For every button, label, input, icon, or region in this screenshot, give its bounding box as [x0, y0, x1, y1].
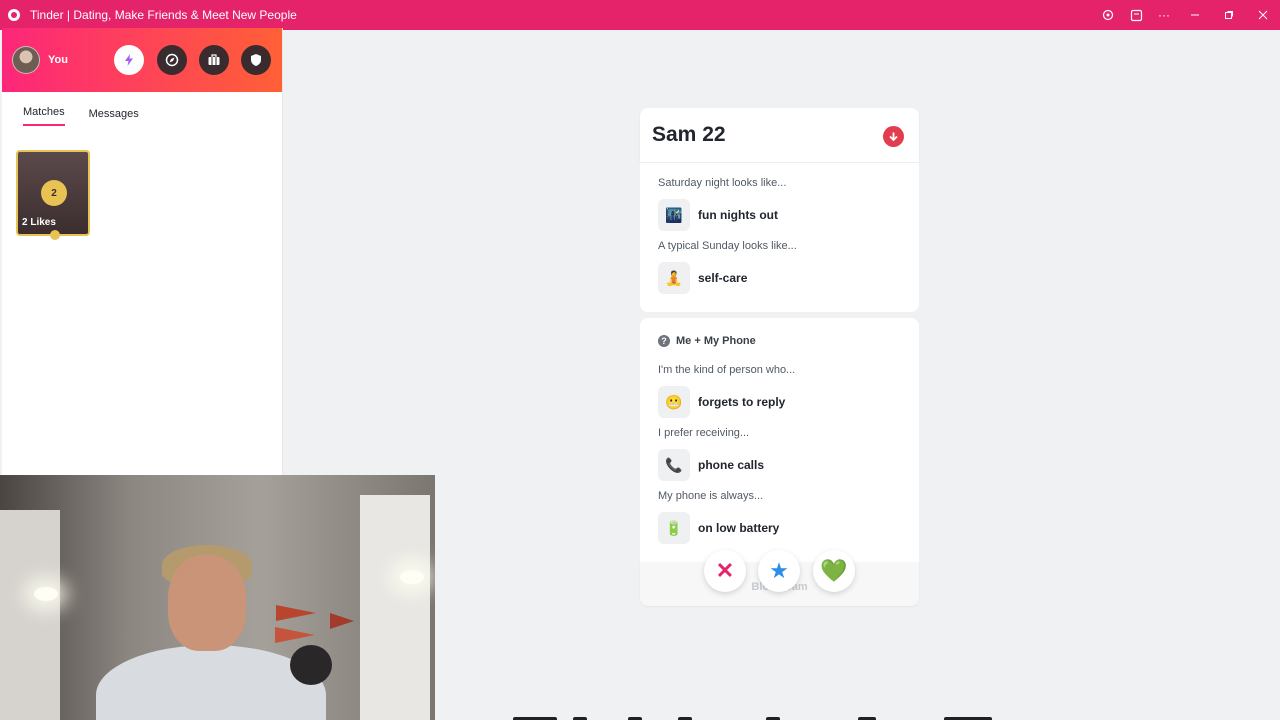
person-face — [168, 555, 246, 651]
profile-name-age: Sam 22 — [652, 123, 726, 146]
like-button[interactable]: 💚 — [813, 550, 855, 592]
super-like-button[interactable]: ★ — [758, 550, 800, 592]
prompt-text: My phone is always... — [658, 490, 764, 502]
answer-row: 🔋 on low battery — [658, 512, 779, 544]
prompt-text: Saturday night looks like... — [658, 177, 787, 189]
location-icon[interactable] — [1094, 0, 1122, 30]
tinder-app-icon — [8, 9, 20, 21]
pennant — [330, 613, 354, 629]
webcam-door — [360, 495, 430, 720]
avatar[interactable] — [12, 46, 40, 74]
window-title: Tinder | Dating, Make Friends & Meet New… — [30, 8, 297, 22]
battery-icon: 🔋 — [658, 512, 690, 544]
shield-icon — [251, 54, 261, 66]
heart-icon: 💚 — [820, 558, 848, 583]
window-titlebar: Tinder | Dating, Make Friends & Meet New… — [0, 0, 1280, 30]
likes-label: 2 Likes — [22, 217, 56, 228]
pennant — [276, 605, 316, 621]
user-label[interactable]: You — [48, 54, 68, 66]
bolt-button[interactable] — [114, 45, 144, 75]
close-button[interactable] — [1246, 0, 1280, 30]
section-title-text: Me + My Phone — [676, 335, 756, 347]
more-icon[interactable]: ··· — [1150, 0, 1178, 30]
section-title: ? Me + My Phone — [658, 335, 756, 347]
answer-text: self-care — [698, 271, 748, 285]
briefcase-button[interactable] — [199, 45, 229, 75]
sidebar-tabs: Matches Messages — [2, 92, 282, 126]
profile-card-header: Sam 22 — [640, 108, 919, 162]
pennant — [275, 627, 315, 643]
likes-card[interactable]: 2 2 Likes — [16, 150, 90, 240]
webcam-overlay — [0, 475, 435, 720]
collapse-profile-button[interactable] — [883, 126, 904, 147]
webcam-closet-door — [0, 510, 60, 720]
arrow-down-icon — [889, 132, 898, 142]
bolt-icon — [125, 54, 133, 66]
ceiling-light — [400, 570, 424, 584]
microphone — [290, 645, 332, 685]
prompt-text: I'm the kind of person who... — [658, 364, 796, 376]
answer-row: 🧘 self-care — [658, 262, 747, 294]
likes-count-badge: 2 — [41, 180, 67, 206]
star-icon: ★ — [769, 558, 789, 583]
phone-icon: 📞 — [658, 449, 690, 481]
tab-matches[interactable]: Matches — [23, 106, 65, 126]
ceiling-light — [34, 587, 58, 601]
x-icon: ✕ — [715, 558, 735, 583]
answer-text: phone calls — [698, 458, 765, 472]
tab-messages[interactable]: Messages — [89, 108, 139, 126]
nope-button[interactable]: ✕ — [704, 550, 746, 592]
shield-button[interactable] — [241, 45, 271, 75]
briefcase-icon — [208, 54, 220, 65]
city-night-icon: 🌃 — [658, 199, 690, 231]
explore-button[interactable] — [157, 45, 187, 75]
answer-row: 📞 phone calls — [658, 449, 764, 481]
grimace-face-icon: 😬 — [658, 386, 690, 418]
me-and-my-phone-section: ? Me + My Phone I'm the kind of person w… — [640, 318, 919, 562]
answer-row: 🌃 fun nights out — [658, 199, 778, 231]
question-icon: ? — [658, 335, 670, 347]
restore-button[interactable] — [1212, 0, 1246, 30]
prompt-text: I prefer receiving... — [658, 427, 750, 439]
answer-text: on low battery — [698, 521, 780, 535]
sidebar: You Matches Messages 2 2 Likes — [2, 28, 283, 475]
sidebar-header: You — [2, 28, 282, 92]
extension-icon[interactable] — [1122, 0, 1150, 30]
answer-text: forgets to reply — [698, 395, 786, 409]
gold-heart-icon — [50, 230, 60, 240]
prompt-text: A typical Sunday looks like... — [658, 240, 797, 252]
minimize-button[interactable] — [1178, 0, 1212, 30]
window-controls: ··· — [1094, 0, 1280, 30]
lifestyle-section: Saturday night looks like... 🌃 fun night… — [640, 162, 919, 312]
self-care-icon: 🧘 — [658, 262, 690, 294]
answer-row: 😬 forgets to reply — [658, 386, 785, 418]
answer-text: fun nights out — [698, 208, 778, 222]
explore-icon — [165, 53, 179, 67]
